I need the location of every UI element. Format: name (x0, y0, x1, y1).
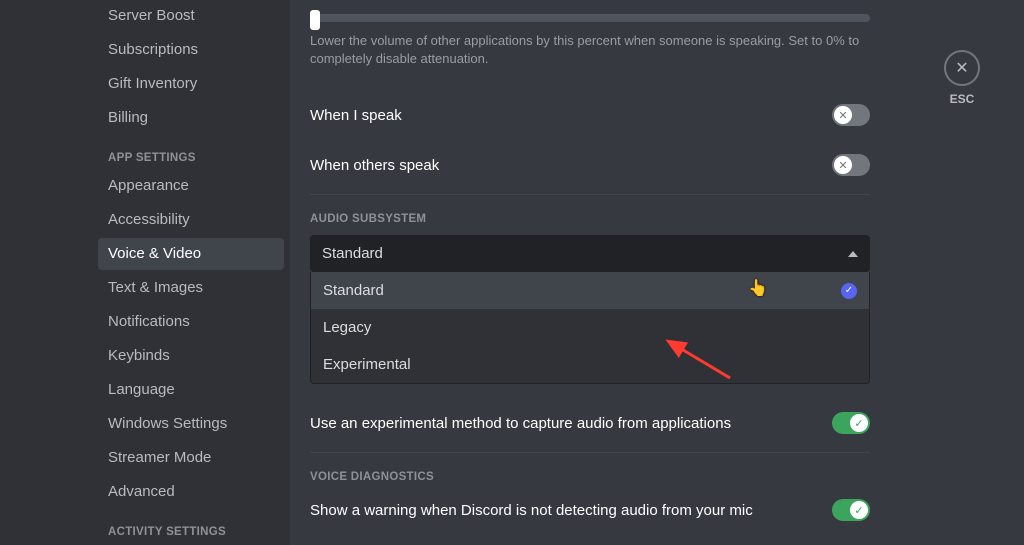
chevron-up-icon (848, 251, 858, 257)
settings-main: ✕ ESC Lower the volume of other applicat… (290, 0, 1024, 545)
sidebar-item-accessibility[interactable]: Accessibility (98, 204, 284, 236)
sidebar-item-advanced[interactable]: Advanced (98, 476, 284, 508)
sidebar-item-windows-settings[interactable]: Windows Settings (98, 408, 284, 440)
option-label: Experimental (323, 356, 411, 373)
voice-warning-toggle[interactable]: ✓ (832, 499, 870, 521)
attenuation-slider-thumb[interactable] (310, 10, 320, 30)
attenuation-slider[interactable] (310, 14, 870, 22)
option-label: Standard (323, 282, 384, 299)
sidebar-item-keybinds[interactable]: Keybinds (98, 340, 284, 372)
audio-subsystem-option-legacy[interactable]: Legacy (311, 309, 869, 346)
audio-subsystem-header: AUDIO SUBSYSTEM (310, 213, 870, 225)
divider (310, 452, 870, 453)
divider (310, 194, 870, 195)
sidebar-item-notifications[interactable]: Notifications (98, 306, 284, 338)
sidebar-item-voice-video[interactable]: Voice & Video (98, 238, 284, 270)
experimental-capture-label: Use an experimental method to capture au… (310, 415, 731, 432)
audio-subsystem-option-experimental[interactable]: Experimental (311, 346, 869, 383)
toggle-on-icon: ✓ (850, 501, 868, 519)
audio-subsystem-option-standard[interactable]: Standard ✓ (311, 272, 869, 309)
audio-subsystem-menu: Standard ✓ Legacy Experimental (310, 272, 870, 384)
when-i-speak-toggle[interactable]: ✕ (832, 104, 870, 126)
experimental-capture-toggle[interactable]: ✓ (832, 412, 870, 434)
settings-sidebar: Server Boost Subscriptions Gift Inventor… (0, 0, 290, 545)
sidebar-item-appearance[interactable]: Appearance (98, 170, 284, 202)
sidebar-header-activity-settings: ACTIVITY SETTINGS (98, 510, 284, 544)
sidebar-item-language[interactable]: Language (98, 374, 284, 406)
close-label: ESC (944, 92, 980, 106)
close-button-wrap: ✕ ESC (944, 50, 980, 106)
when-others-speak-label: When others speak (310, 157, 439, 174)
when-i-speak-label: When I speak (310, 107, 402, 124)
when-others-speak-toggle[interactable]: ✕ (832, 154, 870, 176)
attenuation-help-text: Lower the volume of other applications b… (310, 32, 870, 68)
option-label: Legacy (323, 319, 371, 336)
sidebar-item-streamer-mode[interactable]: Streamer Mode (98, 442, 284, 474)
sidebar-item-server-boost[interactable]: Server Boost (98, 0, 284, 32)
sidebar-item-subscriptions[interactable]: Subscriptions (98, 34, 284, 66)
sidebar-header-app-settings: APP SETTINGS (98, 136, 284, 170)
toggle-off-icon: ✕ (834, 106, 852, 124)
close-button[interactable]: ✕ (944, 50, 980, 86)
sidebar-item-text-images[interactable]: Text & Images (98, 272, 284, 304)
voice-warning-label: Show a warning when Discord is not detec… (310, 502, 753, 519)
check-icon: ✓ (841, 283, 857, 299)
settings-window: Server Boost Subscriptions Gift Inventor… (0, 0, 1024, 545)
toggle-on-icon: ✓ (850, 414, 868, 432)
sidebar-item-billing[interactable]: Billing (98, 102, 284, 134)
sidebar-item-gift-inventory[interactable]: Gift Inventory (98, 68, 284, 100)
voice-diagnostics-header: VOICE DIAGNOSTICS (310, 471, 870, 483)
toggle-off-icon: ✕ (834, 156, 852, 174)
close-icon: ✕ (955, 58, 968, 78)
audio-subsystem-selected: Standard (322, 245, 383, 262)
audio-subsystem-dropdown[interactable]: Standard (310, 235, 870, 272)
